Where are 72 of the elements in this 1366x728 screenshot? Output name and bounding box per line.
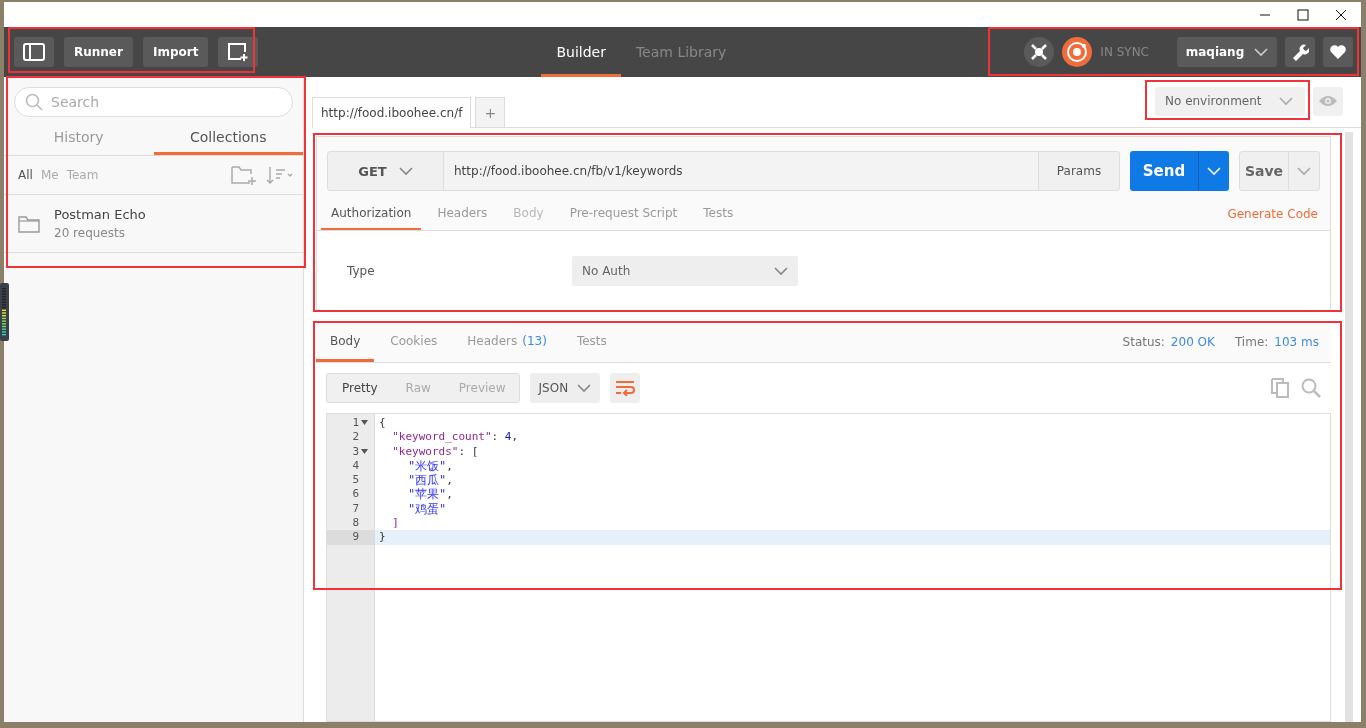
chevron-down-icon [1297, 166, 1311, 176]
code-line: "苹果", [406, 487, 454, 502]
chevron-down-icon [774, 266, 788, 276]
code-line: "西瓜", [406, 473, 454, 488]
new-window-button[interactable] [218, 37, 259, 67]
level-meter-drawing [0, 283, 9, 341]
filter-tab[interactable]: All [18, 168, 33, 182]
format-dropdown[interactable]: JSON [529, 373, 600, 403]
collection-name[interactable]: Postman Echo [54, 207, 146, 222]
line-number: 3 [327, 444, 374, 459]
time-label: Time: [1234, 335, 1269, 349]
sidebar-icon [23, 43, 45, 61]
request-count: 20 requests [54, 226, 126, 240]
heart-icon [1329, 44, 1347, 60]
code-line: "鸡蛋" [406, 501, 448, 517]
eye-icon [1318, 95, 1338, 107]
line-number: 5 [351, 473, 360, 488]
response-tab[interactable]: Cookies [376, 322, 452, 362]
settings-button[interactable] [1285, 37, 1315, 67]
code-line: "米饭", [406, 458, 454, 474]
scrollbar[interactable] [1345, 132, 1353, 722]
request-option-tab[interactable]: Pre-request Script [559, 197, 688, 230]
heart-button[interactable] [1323, 37, 1353, 67]
code-line: "keyword_count": 4, [391, 430, 520, 445]
new-window-icon [227, 42, 250, 62]
line-number: 4 [351, 458, 360, 474]
close-icon[interactable] [1335, 8, 1347, 21]
header-tab[interactable]: Builder [541, 30, 621, 77]
line-number: 2 [351, 430, 360, 445]
response-tab[interactable]: Headers (13) [453, 322, 561, 362]
sidebar-toggle-button[interactable] [14, 37, 54, 67]
code-line: { [378, 416, 387, 431]
status-value: 200 OK [1170, 335, 1215, 349]
sidebar-tab[interactable]: Collections [153, 123, 303, 155]
status-label: Status: [1122, 335, 1165, 349]
line-number: 8 [351, 516, 360, 531]
chevron-down-icon [576, 383, 591, 393]
response-tab[interactable]: Tests [562, 322, 621, 362]
line-number: 1 [327, 416, 374, 431]
runner-button[interactable]: Runner [64, 37, 133, 67]
header-count: (13) [522, 333, 547, 348]
chevron-down-icon [1254, 47, 1269, 57]
view-mode-tab[interactable]: Pretty [327, 374, 391, 402]
line-number: 6 [351, 487, 360, 502]
user-menu-button[interactable]: maqiang [1177, 37, 1277, 67]
sync-status: IN SYNC [1100, 45, 1149, 59]
chevron-down-icon [1207, 166, 1221, 176]
import-button[interactable]: Import [142, 37, 209, 67]
new-tab-button[interactable]: + [475, 97, 506, 127]
code-line: "keywords": [ [391, 444, 480, 459]
fold-arrow-icon[interactable] [361, 420, 368, 425]
auth-type-dropdown[interactable]: No Auth [572, 256, 798, 286]
generate-code-link[interactable]: Generate Code [1227, 206, 1326, 221]
response-tab[interactable]: Body [316, 322, 375, 362]
wrench-icon [1291, 43, 1309, 61]
chevron-down-icon [1279, 96, 1293, 106]
time-value: 103 ms [1274, 335, 1319, 349]
fold-arrow-icon[interactable] [361, 448, 368, 454]
sidebar-tab[interactable]: History [4, 123, 154, 155]
request-option-tab[interactable]: Headers [427, 197, 498, 230]
code-line: ] [391, 516, 400, 531]
request-option-tab[interactable]: Tests [693, 197, 744, 230]
environment-dropdown[interactable]: No environment [1155, 86, 1305, 116]
request-tab[interactable]: http://food.iboohee.cn/f [312, 97, 472, 128]
folder-icon [18, 214, 40, 233]
search-field[interactable]: Search [14, 87, 293, 117]
line-number: 7 [351, 501, 360, 517]
auth-type-label: Type [347, 264, 376, 278]
wrap-lines-button[interactable] [609, 373, 640, 403]
line-number: 9 [327, 530, 374, 545]
maximize-icon[interactable] [1297, 8, 1309, 21]
wrap-icon [614, 380, 635, 396]
